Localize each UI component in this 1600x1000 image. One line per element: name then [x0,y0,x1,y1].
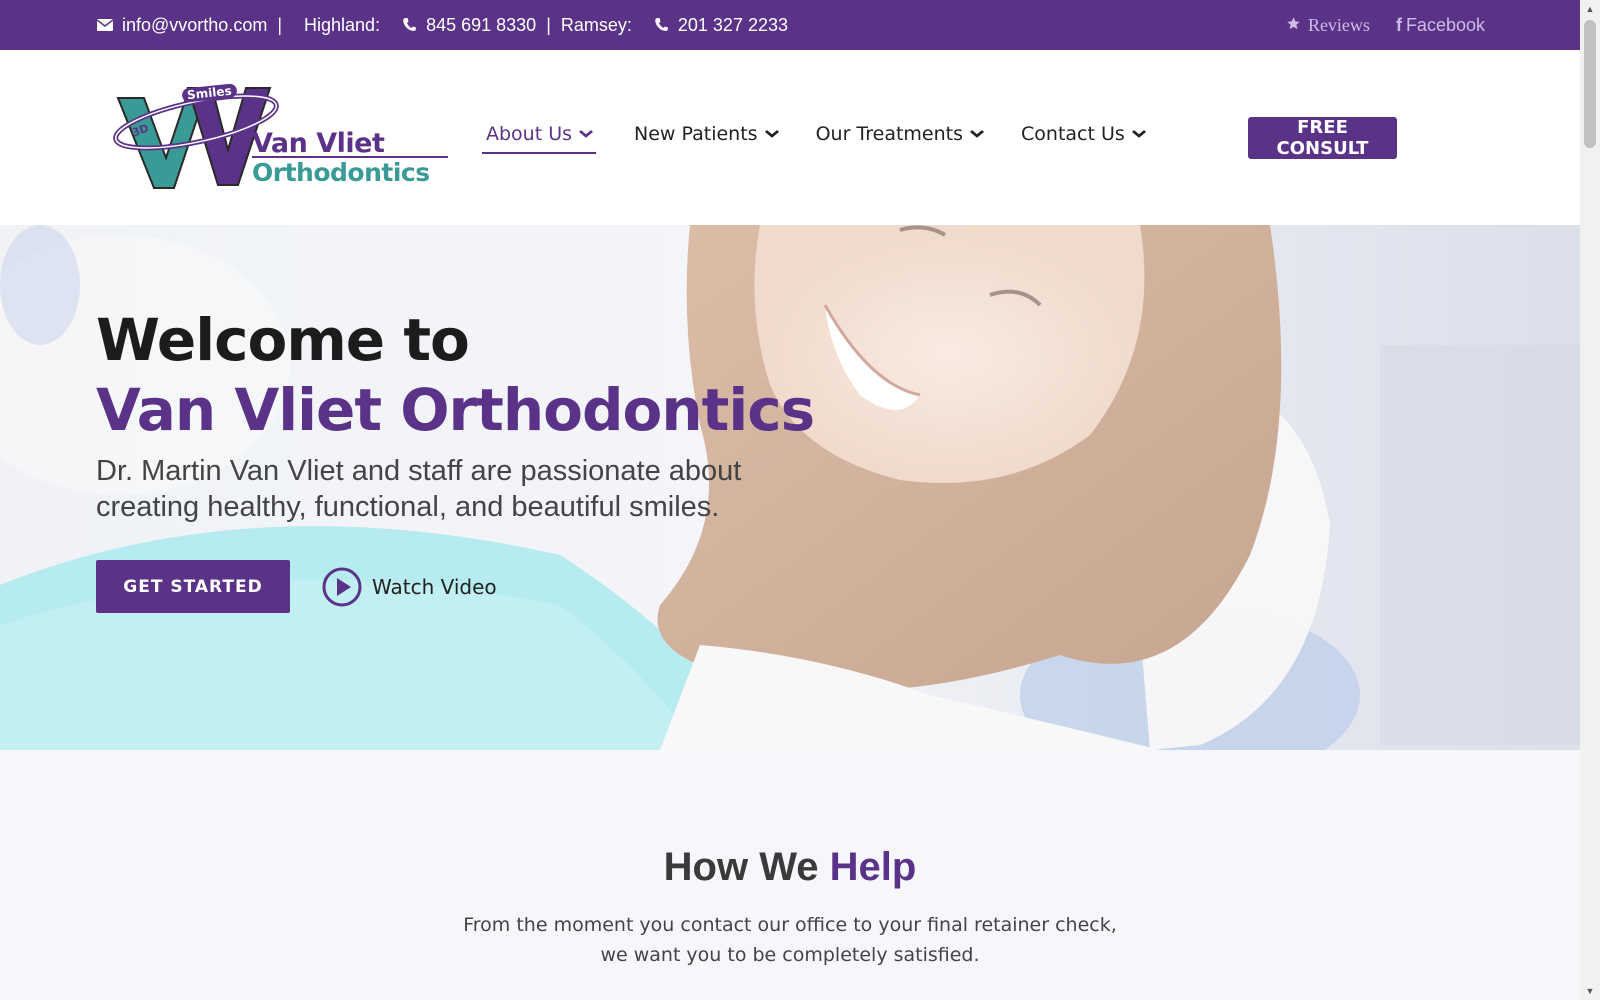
main-nav: About Us New Patients Our Treatments Con… [482,116,1183,154]
phone-icon [652,16,670,34]
intro-line2: we want you to be completely satisfied. [600,944,980,966]
play-circle-icon [322,567,362,607]
reviews-link[interactable]: Reviews [1286,15,1370,36]
facebook-icon: f [1395,14,1402,35]
scroll-down-icon[interactable]: ▼ [1580,982,1600,1000]
title-plain: How We [663,845,819,889]
page-scrollbar[interactable]: ▲ ▼ [1580,0,1600,1000]
hero-text: Welcome to Van Vliet Orthodontics Dr. Ma… [96,305,816,525]
section-title: How We Help [0,845,1580,890]
top-contact-bar: info@vvortho.com | Highland: 845 691 833… [0,0,1580,50]
scrollbar-thumb[interactable] [1584,20,1596,148]
chevron-down-icon [764,127,779,142]
reviews-label: Reviews [1307,14,1370,35]
scroll-up-icon[interactable]: ▲ [1580,0,1600,18]
nav-label: Contact Us [1021,123,1125,145]
hero-title-line2: Van Vliet Orthodontics [96,376,815,444]
social-links: Reviews f Facebook [1286,0,1485,50]
watch-video-link[interactable]: Watch Video [322,567,497,607]
nav-item-new-patients[interactable]: New Patients [634,116,779,152]
hero-lead: Dr. Martin Van Vliet and staff are passi… [96,455,742,523]
logo-line2: Orthodontics [252,158,430,187]
email-link[interactable]: info@vvortho.com [122,15,267,36]
ramsey-label: Ramsey: [560,14,632,35]
highland-phone-link[interactable]: 845 691 8330 [426,15,536,36]
highland-label: Highland: [304,14,381,35]
ramsey-phone-link[interactable]: 201 327 2233 [678,15,788,36]
hero-title-line1: Welcome to [96,306,470,374]
hero-section: Welcome to Van Vliet Orthodontics Dr. Ma… [0,225,1580,750]
site-header: 3D Smiles Van Vliet Orthodontics About U… [0,50,1580,225]
phone-icon [400,16,418,34]
facebook-link[interactable]: f Facebook [1396,15,1485,36]
chevron-down-icon [1131,127,1146,142]
logo-line1: Van Vliet [252,128,385,159]
watch-video-label: Watch Video [372,574,497,599]
section-intro: From the moment you contact our office t… [0,910,1580,970]
get-started-button[interactable]: GET STARTED [96,560,290,613]
nav-item-contact[interactable]: Contact Us [1021,116,1146,152]
title-accent: Help [829,845,917,889]
chevron-down-icon [969,127,985,142]
how-we-help-section: How We Help From the moment you contact … [0,750,1580,1000]
contact-info: info@vvortho.com | Highland: 845 691 833… [96,0,788,50]
nav-label: New Patients [634,123,758,145]
chevron-down-icon [578,127,594,142]
divider: | [546,14,551,35]
divider: | [277,14,283,35]
envelope-icon [96,16,114,34]
star-icon [1286,15,1306,35]
intro-line1: From the moment you contact our office t… [463,914,1117,936]
hero-actions: GET STARTED Watch Video [96,560,497,613]
free-consult-button[interactable]: FREE CONSULT [1248,117,1397,159]
logo[interactable]: 3D Smiles Van Vliet Orthodontics [96,80,448,195]
nav-label: Our Treatments [815,123,964,145]
facebook-label: Facebook [1405,14,1485,35]
nav-item-treatments[interactable]: Our Treatments [815,116,985,152]
nav-label: About Us [486,123,573,145]
nav-item-about[interactable]: About Us [482,116,597,154]
